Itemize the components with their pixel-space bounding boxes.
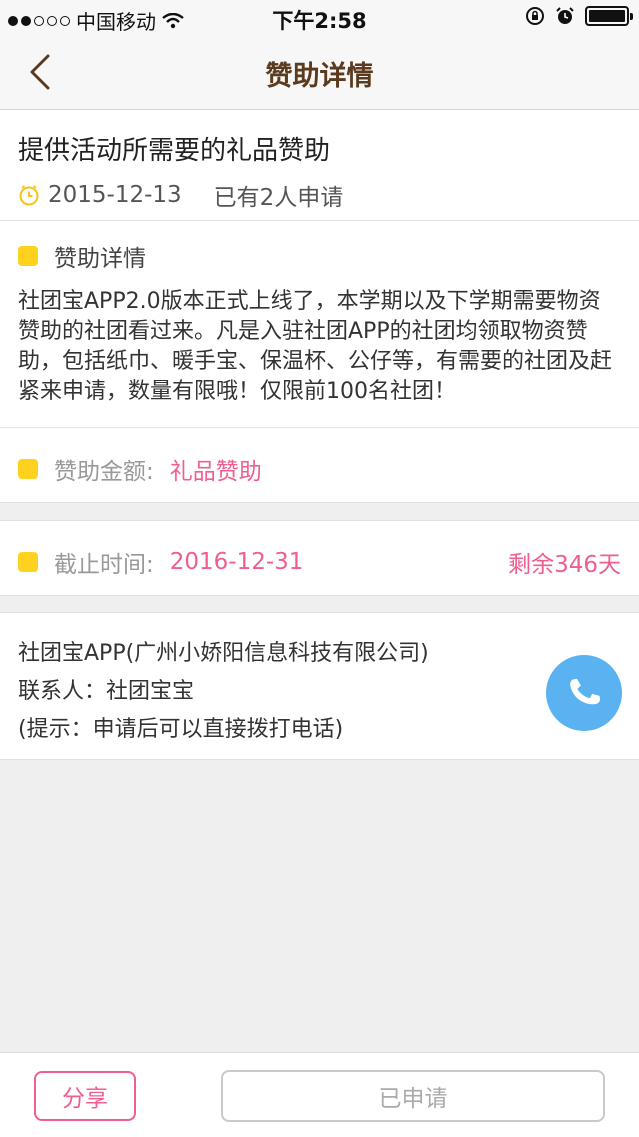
detail-section-title: 赞助详情 <box>54 246 146 272</box>
amount-label: 赞助金额: <box>54 459 154 485</box>
contact-company: 社团宝APP(广州小娇阳信息科技有限公司) <box>18 641 429 666</box>
applied-button[interactable]: 已申请 <box>221 1070 605 1122</box>
amount-value: 礼品赞助 <box>169 459 262 485</box>
share-button[interactable]: 分享 <box>34 1071 136 1121</box>
call-button[interactable] <box>546 655 622 731</box>
sponsorship-deadline-row: 截止时间: 2016-12-31 剩余346天 <box>0 520 639 596</box>
alarm-icon <box>556 7 574 24</box>
applicant-count: 已有2人申请 <box>213 185 344 211</box>
bottom-action-bar: 分享 已申请 <box>0 1052 639 1137</box>
sponsorship-header-card: 提供活动所需要的礼品赞助 2015-12-13 已有2人申请 <box>0 110 639 221</box>
bullet-icon <box>18 552 38 572</box>
status-bar: 中国移动 下午2:58 <box>0 0 639 36</box>
detail-section-header: 赞助详情 <box>18 239 146 273</box>
battery-icon <box>585 6 633 26</box>
contact-card: 社团宝APP(广州小娇阳信息科技有限公司) 联系人：社团宝宝 (提示：申请后可以… <box>0 612 639 760</box>
clock-icon <box>19 185 39 206</box>
contact-tip: (提示：申请后可以直接拨打电话) <box>18 717 344 742</box>
sponsorship-title: 提供活动所需要的礼品赞助 <box>18 136 331 166</box>
status-right <box>525 6 633 26</box>
sponsorship-description: 社团宝APP2.0版本正式上线了，本学期以及下学期需要物资赞助的社团看过来。凡是… <box>18 289 613 404</box>
sponsorship-amount-row: 赞助金额: 礼品赞助 <box>0 428 639 503</box>
sponsorship-meta: 2015-12-13 已有2人申请 <box>18 178 343 212</box>
sponsorship-detail-card: 赞助详情 社团宝APP2.0版本正式上线了，本学期以及下学期需要物资赞助的社团看… <box>0 221 639 428</box>
page-title: 赞助详情 <box>265 61 374 92</box>
phone-icon <box>570 678 600 705</box>
contact-person: 联系人：社团宝宝 <box>18 679 195 704</box>
bullet-icon <box>18 246 38 266</box>
rotation-lock-icon <box>526 7 544 25</box>
sponsorship-date: 2015-12-13 <box>48 182 182 208</box>
navigation-bar: 赞助详情 <box>0 36 639 110</box>
bullet-icon <box>18 459 38 479</box>
deadline-value: 2016-12-31 <box>169 549 304 575</box>
days-remaining: 剩余346天 <box>508 552 621 578</box>
deadline-label: 截止时间: <box>54 552 154 578</box>
